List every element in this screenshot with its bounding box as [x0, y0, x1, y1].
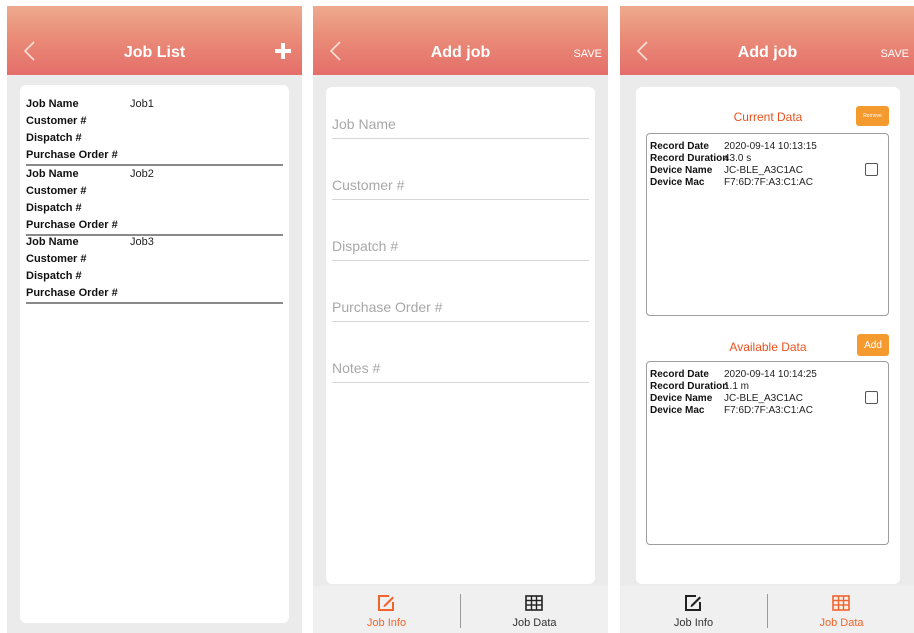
job-list-screen: Job List Job Name Job1 Customer # Dispatc… — [7, 6, 302, 633]
tab-label: Job Data — [819, 617, 864, 629]
purchase-order-label: Purchase Order # — [26, 287, 118, 299]
device-mac-label: Device Mac — [650, 405, 705, 416]
add-button[interactable]: Add — [857, 334, 889, 356]
available-record-box: Record Date 2020-09-14 10:14:25 Record Du… — [646, 361, 889, 545]
save-button[interactable]: SAVE — [880, 48, 909, 60]
record-date-label: Record Date — [650, 369, 709, 380]
record-duration-value: 1.1 m — [724, 381, 750, 392]
device-mac-value: F7:6D:7F:A3:C1:AC — [724, 177, 813, 188]
job-list-card: Job Name Job1 Customer # Dispatch # Purch… — [20, 85, 289, 623]
edit-icon — [378, 595, 394, 611]
page-title: Job List — [123, 44, 186, 61]
remove-button[interactable]: Remove — [856, 106, 889, 126]
tab-label: Job Data — [512, 617, 557, 629]
tab-job-info[interactable]: Job Info — [313, 586, 460, 633]
notes-field[interactable] — [332, 345, 589, 383]
job-name-field[interactable] — [332, 101, 589, 139]
dispatch-label: Dispatch # — [26, 132, 82, 144]
job-name-label: Job Name — [26, 168, 79, 180]
job-name-label: Job Name — [26, 98, 79, 110]
dispatch-label: Dispatch # — [26, 202, 82, 214]
job-list-item[interactable]: Job Name Job1 Customer # Dispatch # Purch… — [26, 96, 283, 166]
record-duration-label: Record Duration — [650, 153, 729, 164]
save-button[interactable]: SAVE — [573, 48, 602, 60]
purchase-order-input[interactable] — [332, 284, 589, 321]
app-bar: Add job SAVE — [620, 6, 914, 75]
dispatch-input[interactable] — [332, 223, 589, 260]
job-list-item[interactable]: Job Name Job3 Customer # Dispatch # Purch… — [26, 234, 283, 304]
edit-icon — [685, 595, 701, 611]
page-title: Add job — [737, 44, 798, 61]
job-name-label: Job Name — [26, 236, 79, 248]
device-name-value: JC-BLE_A3C1AC — [724, 165, 803, 176]
device-name-value: JC-BLE_A3C1AC — [724, 393, 803, 404]
dispatch-label: Dispatch # — [26, 270, 82, 282]
page-title: Add job — [430, 44, 491, 61]
tab-job-data[interactable]: Job Data — [768, 586, 914, 633]
tab-job-info[interactable]: Job Info — [620, 586, 767, 633]
notes-input[interactable] — [332, 345, 589, 382]
job-name-value: Job1 — [130, 98, 154, 110]
add-job-icon[interactable] — [275, 43, 291, 59]
job-data-card: Current Data Remove Record Date 2020-09-1… — [636, 87, 900, 584]
job-list-item[interactable]: Job Name Job2 Customer # Dispatch # Purch… — [26, 166, 283, 236]
job-name-value: Job3 — [130, 236, 154, 248]
tab-label: Job Info — [673, 617, 714, 629]
record-date-value: 2020-09-14 10:13:15 — [724, 141, 817, 152]
purchase-order-label: Purchase Order # — [26, 219, 118, 231]
current-record-box: Record Date 2020-09-14 10:13:15 Record Du… — [646, 133, 889, 316]
customer-input[interactable] — [332, 162, 589, 199]
purchase-order-field[interactable] — [332, 284, 589, 322]
customer-label: Customer # — [26, 185, 87, 197]
tab-job-data[interactable]: Job Data — [461, 586, 608, 633]
app-bar: Job List — [7, 6, 302, 75]
customer-field[interactable] — [332, 162, 589, 200]
customer-label: Customer # — [26, 253, 87, 265]
app-bar: Add job SAVE — [313, 6, 608, 75]
purchase-order-label: Purchase Order # — [26, 149, 118, 161]
current-record-checkbox[interactable] — [865, 163, 878, 176]
available-record-checkbox[interactable] — [865, 391, 878, 404]
record-date-value: 2020-09-14 10:14:25 — [724, 369, 817, 380]
table-icon — [832, 595, 850, 611]
dispatch-field[interactable] — [332, 223, 589, 261]
device-name-label: Device Name — [650, 393, 713, 404]
bottom-nav: Job Info Job Data — [620, 586, 914, 633]
device-mac-value: F7:6D:7F:A3:C1:AC — [724, 405, 813, 416]
device-mac-label: Device Mac — [650, 177, 705, 188]
job-info-form — [326, 87, 595, 584]
record-date-label: Record Date — [650, 141, 709, 152]
add-job-data-screen: Add job SAVE Current Data Remove Record … — [620, 6, 914, 633]
add-job-info-screen: Add job SAVE Job Info — [313, 6, 608, 633]
bottom-nav: Job Info Job Data — [313, 586, 608, 633]
table-icon — [525, 595, 543, 611]
job-name-input[interactable] — [332, 101, 589, 138]
job-name-value: Job2 — [130, 168, 154, 180]
customer-label: Customer # — [26, 115, 87, 127]
record-duration-value: 43.0 s — [724, 153, 752, 164]
tab-label: Job Info — [366, 617, 407, 629]
device-name-label: Device Name — [650, 165, 713, 176]
record-duration-label: Record Duration — [650, 381, 729, 392]
